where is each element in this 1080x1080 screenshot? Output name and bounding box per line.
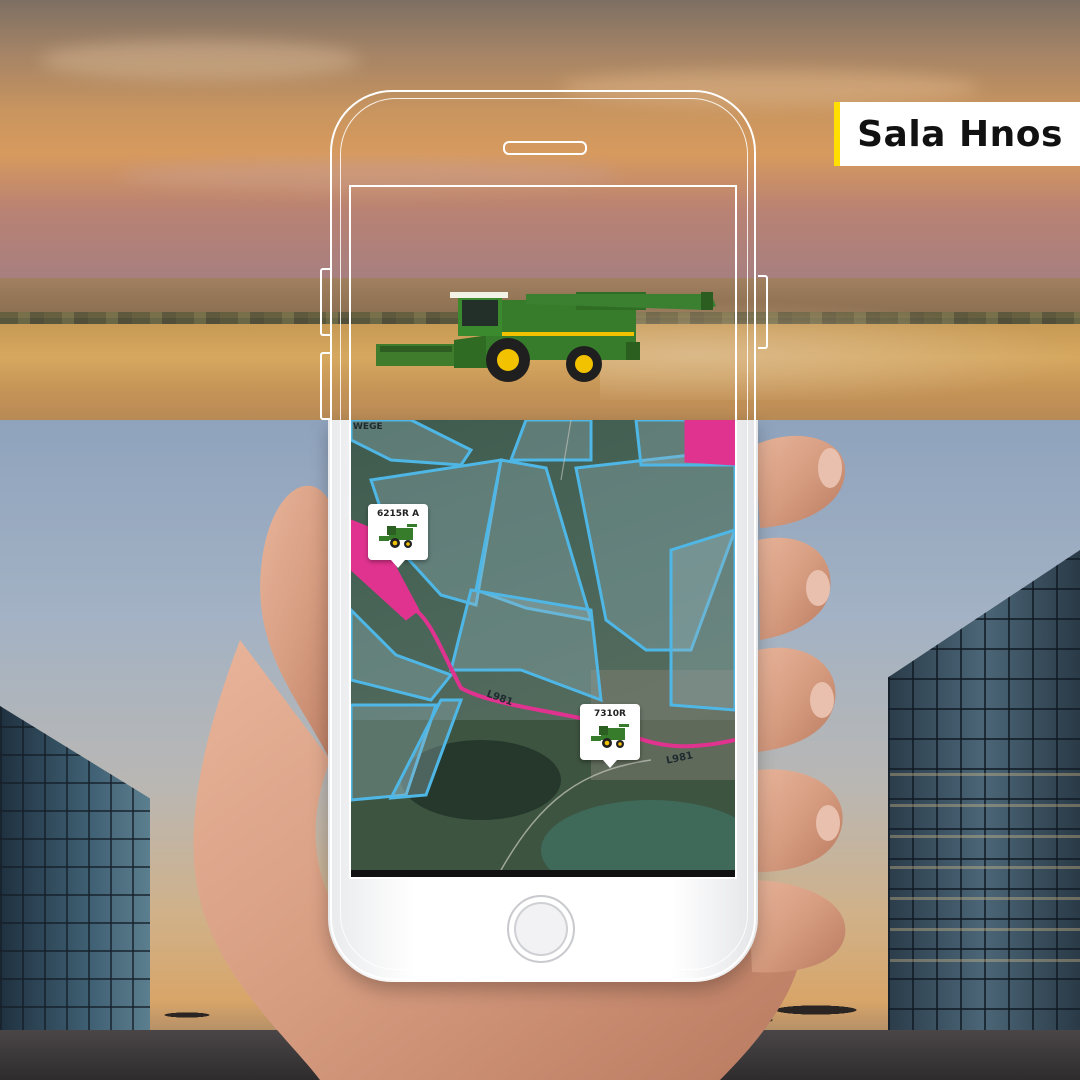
brand-badge: Sala Hnos: [834, 102, 1080, 166]
volume-up-button: [320, 268, 330, 336]
brand-name: Sala Hnos: [857, 113, 1063, 155]
power-button: [758, 275, 768, 349]
home-button[interactable]: [507, 895, 575, 963]
phone-speaker: [503, 141, 587, 155]
volume-down-button: [320, 352, 330, 420]
phone-screen-frame: [349, 185, 737, 879]
